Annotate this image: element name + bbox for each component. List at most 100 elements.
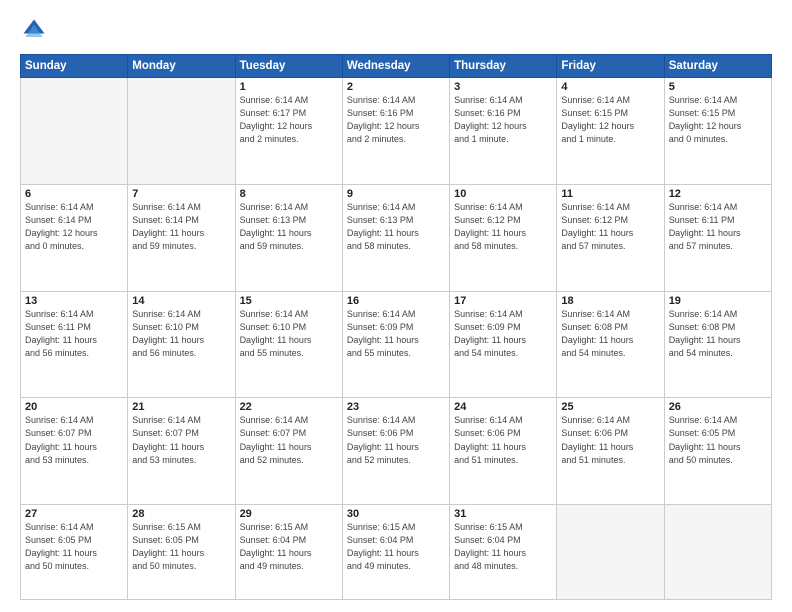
calendar-cell: 25Sunrise: 6:14 AM Sunset: 6:06 PM Dayli… (557, 398, 664, 505)
calendar-header-sunday: Sunday (21, 55, 128, 78)
day-number: 24 (454, 401, 552, 413)
day-info: Sunrise: 6:14 AM Sunset: 6:13 PM Dayligh… (240, 201, 338, 253)
day-info: Sunrise: 6:14 AM Sunset: 6:10 PM Dayligh… (240, 308, 338, 360)
day-number: 7 (132, 188, 230, 200)
day-number: 6 (25, 188, 123, 200)
calendar-cell: 11Sunrise: 6:14 AM Sunset: 6:12 PM Dayli… (557, 184, 664, 291)
day-number: 12 (669, 188, 767, 200)
day-number: 25 (561, 401, 659, 413)
day-info: Sunrise: 6:14 AM Sunset: 6:07 PM Dayligh… (25, 414, 123, 466)
calendar-cell: 15Sunrise: 6:14 AM Sunset: 6:10 PM Dayli… (235, 291, 342, 398)
day-info: Sunrise: 6:14 AM Sunset: 6:12 PM Dayligh… (561, 201, 659, 253)
day-info: Sunrise: 6:14 AM Sunset: 6:05 PM Dayligh… (25, 521, 123, 573)
calendar-week-0: 1Sunrise: 6:14 AM Sunset: 6:17 PM Daylig… (21, 78, 772, 185)
day-info: Sunrise: 6:14 AM Sunset: 6:07 PM Dayligh… (240, 414, 338, 466)
day-number: 18 (561, 295, 659, 307)
calendar-cell: 27Sunrise: 6:14 AM Sunset: 6:05 PM Dayli… (21, 505, 128, 600)
calendar-cell: 26Sunrise: 6:14 AM Sunset: 6:05 PM Dayli… (664, 398, 771, 505)
day-number: 26 (669, 401, 767, 413)
day-info: Sunrise: 6:15 AM Sunset: 6:05 PM Dayligh… (132, 521, 230, 573)
calendar-cell (21, 78, 128, 185)
page: SundayMondayTuesdayWednesdayThursdayFrid… (0, 0, 792, 612)
calendar-cell: 31Sunrise: 6:15 AM Sunset: 6:04 PM Dayli… (450, 505, 557, 600)
calendar-week-1: 6 Sunrise: 6:14 AM Sunset: 6:14 PM Daylig… (21, 184, 772, 291)
day-info: Sunrise: 6:15 AM Sunset: 6:04 PM Dayligh… (240, 521, 338, 573)
day-number: 20 (25, 401, 123, 413)
day-info: Sunrise: 6:14 AM Sunset: 6:16 PM Dayligh… (347, 94, 445, 146)
calendar-cell: 23Sunrise: 6:14 AM Sunset: 6:06 PM Dayli… (342, 398, 449, 505)
logo (20, 16, 52, 44)
day-info: Sunrise: 6:14 AM Sunset: 6:11 PM Dayligh… (669, 201, 767, 253)
calendar-cell: 12Sunrise: 6:14 AM Sunset: 6:11 PM Dayli… (664, 184, 771, 291)
day-number: 27 (25, 508, 123, 520)
calendar-cell: 18Sunrise: 6:14 AM Sunset: 6:08 PM Dayli… (557, 291, 664, 398)
day-info: Sunrise: 6:14 AM Sunset: 6:08 PM Dayligh… (669, 308, 767, 360)
day-info: Sunrise: 6:14 AM Sunset: 6:05 PM Dayligh… (669, 414, 767, 466)
day-info: Sunrise: 6:14 AM Sunset: 6:06 PM Dayligh… (347, 414, 445, 466)
calendar-cell: 7Sunrise: 6:14 AM Sunset: 6:14 PM Daylig… (128, 184, 235, 291)
calendar-cell: 19Sunrise: 6:14 AM Sunset: 6:08 PM Dayli… (664, 291, 771, 398)
day-info: Sunrise: 6:14 AM Sunset: 6:06 PM Dayligh… (454, 414, 552, 466)
calendar-week-4: 27Sunrise: 6:14 AM Sunset: 6:05 PM Dayli… (21, 505, 772, 600)
calendar-cell: 17Sunrise: 6:14 AM Sunset: 6:09 PM Dayli… (450, 291, 557, 398)
calendar-cell: 8Sunrise: 6:14 AM Sunset: 6:13 PM Daylig… (235, 184, 342, 291)
day-info: Sunrise: 6:14 AM Sunset: 6:17 PM Dayligh… (240, 94, 338, 146)
day-number: 30 (347, 508, 445, 520)
calendar-header-wednesday: Wednesday (342, 55, 449, 78)
calendar-cell: 22Sunrise: 6:14 AM Sunset: 6:07 PM Dayli… (235, 398, 342, 505)
calendar-cell: 1Sunrise: 6:14 AM Sunset: 6:17 PM Daylig… (235, 78, 342, 185)
calendar-header-tuesday: Tuesday (235, 55, 342, 78)
day-number: 2 (347, 81, 445, 93)
calendar-cell: 10Sunrise: 6:14 AM Sunset: 6:12 PM Dayli… (450, 184, 557, 291)
day-number: 28 (132, 508, 230, 520)
calendar-cell (128, 78, 235, 185)
day-info: Sunrise: 6:14 AM Sunset: 6:10 PM Dayligh… (132, 308, 230, 360)
calendar-cell: 13Sunrise: 6:14 AM Sunset: 6:11 PM Dayli… (21, 291, 128, 398)
calendar-cell: 28Sunrise: 6:15 AM Sunset: 6:05 PM Dayli… (128, 505, 235, 600)
calendar-week-2: 13Sunrise: 6:14 AM Sunset: 6:11 PM Dayli… (21, 291, 772, 398)
calendar-cell: 16Sunrise: 6:14 AM Sunset: 6:09 PM Dayli… (342, 291, 449, 398)
day-number: 13 (25, 295, 123, 307)
day-number: 11 (561, 188, 659, 200)
calendar-header-saturday: Saturday (664, 55, 771, 78)
day-number: 31 (454, 508, 552, 520)
day-info: Sunrise: 6:14 AM Sunset: 6:12 PM Dayligh… (454, 201, 552, 253)
day-info: Sunrise: 6:14 AM Sunset: 6:15 PM Dayligh… (669, 94, 767, 146)
day-number: 19 (669, 295, 767, 307)
calendar-cell (664, 505, 771, 600)
day-number: 23 (347, 401, 445, 413)
calendar-header-row: SundayMondayTuesdayWednesdayThursdayFrid… (21, 55, 772, 78)
calendar-header-friday: Friday (557, 55, 664, 78)
calendar-cell: 24Sunrise: 6:14 AM Sunset: 6:06 PM Dayli… (450, 398, 557, 505)
day-number: 9 (347, 188, 445, 200)
calendar-cell: 6Sunrise: 6:14 AM Sunset: 6:14 PM Daylig… (21, 184, 128, 291)
calendar-cell: 3Sunrise: 6:14 AM Sunset: 6:16 PM Daylig… (450, 78, 557, 185)
calendar-header-thursday: Thursday (450, 55, 557, 78)
day-number: 15 (240, 295, 338, 307)
calendar-cell: 5Sunrise: 6:14 AM Sunset: 6:15 PM Daylig… (664, 78, 771, 185)
day-info: Sunrise: 6:14 AM Sunset: 6:15 PM Dayligh… (561, 94, 659, 146)
day-info: Sunrise: 6:14 AM Sunset: 6:07 PM Dayligh… (132, 414, 230, 466)
day-number: 5 (669, 81, 767, 93)
day-number: 17 (454, 295, 552, 307)
day-number: 8 (240, 188, 338, 200)
day-info: Sunrise: 6:14 AM Sunset: 6:14 PM Dayligh… (132, 201, 230, 253)
calendar-cell: 9Sunrise: 6:14 AM Sunset: 6:13 PM Daylig… (342, 184, 449, 291)
day-info: Sunrise: 6:14 AM Sunset: 6:08 PM Dayligh… (561, 308, 659, 360)
day-number: 16 (347, 295, 445, 307)
calendar-header-monday: Monday (128, 55, 235, 78)
calendar-cell: 14Sunrise: 6:14 AM Sunset: 6:10 PM Dayli… (128, 291, 235, 398)
day-number: 22 (240, 401, 338, 413)
day-number: 3 (454, 81, 552, 93)
day-number: 4 (561, 81, 659, 93)
day-info: Sunrise: 6:14 AM Sunset: 6:09 PM Dayligh… (454, 308, 552, 360)
day-info: Sunrise: 6:15 AM Sunset: 6:04 PM Dayligh… (454, 521, 552, 573)
calendar-cell: 30Sunrise: 6:15 AM Sunset: 6:04 PM Dayli… (342, 505, 449, 600)
day-info: Sunrise: 6:14 AM Sunset: 6:06 PM Dayligh… (561, 414, 659, 466)
calendar-table: SundayMondayTuesdayWednesdayThursdayFrid… (20, 54, 772, 600)
day-info: Sunrise: 6:14 AM Sunset: 6:11 PM Dayligh… (25, 308, 123, 360)
calendar-cell: 20Sunrise: 6:14 AM Sunset: 6:07 PM Dayli… (21, 398, 128, 505)
calendar-cell: 29Sunrise: 6:15 AM Sunset: 6:04 PM Dayli… (235, 505, 342, 600)
day-info: Sunrise: 6:14 AM Sunset: 6:13 PM Dayligh… (347, 201, 445, 253)
day-info: Sunrise: 6:15 AM Sunset: 6:04 PM Dayligh… (347, 521, 445, 573)
